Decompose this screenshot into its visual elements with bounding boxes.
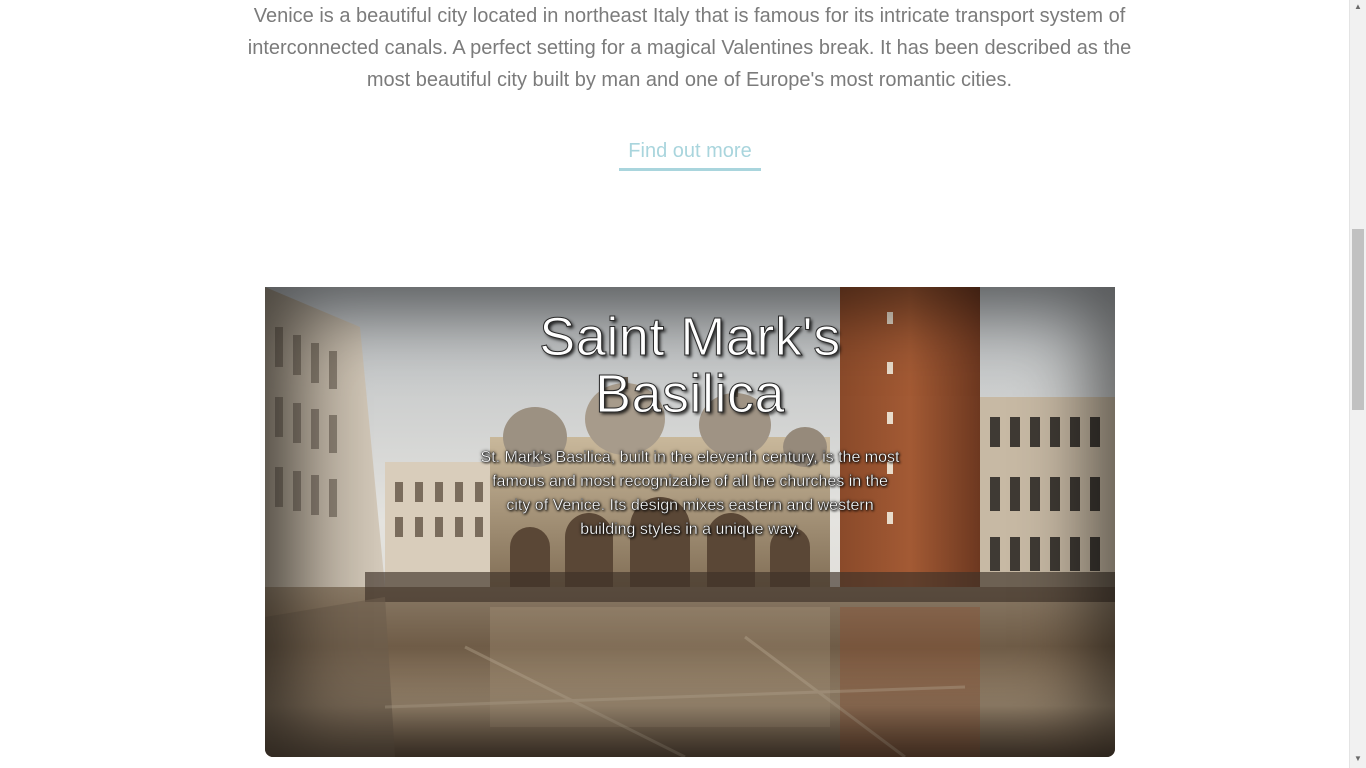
intro-line: Venice is a beautiful city located in no… xyxy=(253,5,1126,27)
intro-paragraph: Venice is a beautiful city located in no… xyxy=(230,0,1149,96)
feature-title: Saint Mark's Basilica xyxy=(265,307,1115,424)
feature-description: St. Mark's Basilica, built in the eleven… xyxy=(470,446,910,542)
feature-desc-line: city of Venice. Its design mixes eastern… xyxy=(506,497,874,514)
feature-desc-line: building styles in a unique way. xyxy=(580,521,800,538)
feature-card-saint-marks[interactable]: Saint Mark's Basilica St. Mark's Basilic… xyxy=(265,287,1115,757)
scroll-thumb[interactable] xyxy=(1352,229,1364,410)
cta-container: Find out more xyxy=(0,136,1349,171)
scroll-up-icon[interactable]: ▲ xyxy=(1350,0,1366,14)
intro-line: interconnected canals. A perfect setting… xyxy=(247,37,1132,59)
scroll-down-icon[interactable]: ▼ xyxy=(1350,752,1366,766)
intro-line: most beautiful city built by man and one… xyxy=(366,69,1013,91)
find-out-more-link[interactable]: Find out more xyxy=(619,136,761,171)
feature-desc-line: St. Mark's Basilica, built in the eleven… xyxy=(480,449,900,466)
page-viewport: Venice is a beautiful city located in no… xyxy=(0,0,1349,768)
feature-title-line: Basilica xyxy=(594,364,786,424)
vertical-scrollbar[interactable]: ▲ ▼ xyxy=(1349,0,1366,768)
feature-desc-line: famous and most recognizable of all the … xyxy=(492,473,888,490)
feature-title-line: Saint Mark's xyxy=(539,307,841,367)
